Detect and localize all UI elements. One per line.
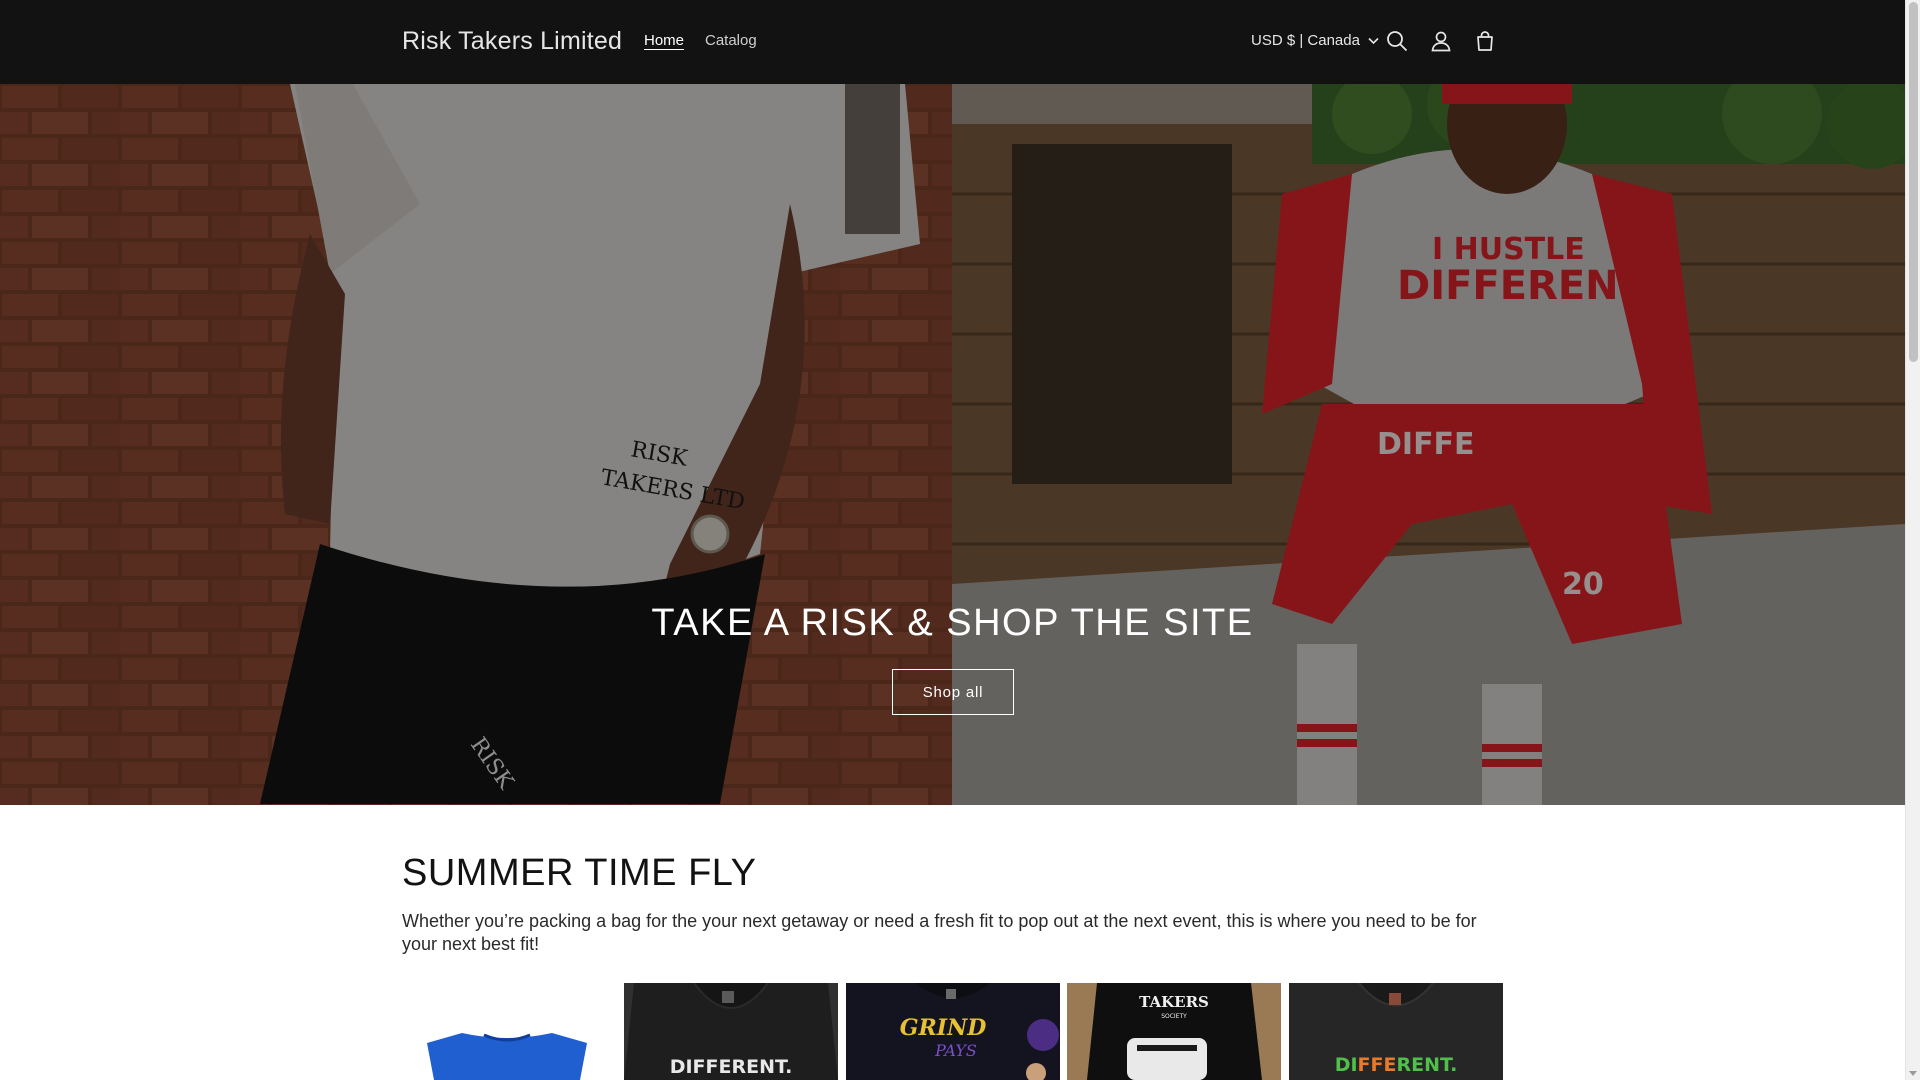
hero-banner: RISK TAKERS LTD RISK I HUSTLE DIFFERENT.…: [0, 84, 1905, 805]
currency-selector-label: USD $ | Canada: [1251, 32, 1360, 49]
product-image: GRIND PAYS: [846, 983, 1060, 1080]
product-image: [427, 1033, 587, 1080]
product-image: DIFFERENT.: [624, 983, 838, 1080]
cart-icon[interactable]: [1472, 28, 1498, 54]
hero-heading: TAKE A RISK & SHOP THE SITE: [651, 602, 1254, 644]
nav-catalog-link[interactable]: Catalog: [705, 32, 757, 49]
product-card[interactable]: GRIND PAYS: [846, 983, 1060, 1080]
shop-all-button[interactable]: Shop all: [892, 669, 1014, 715]
product-image: TAKERS SOCIETY: [1067, 983, 1281, 1080]
svg-text:DIFFERENT.: DIFFERENT.: [1335, 1054, 1458, 1076]
site-header: Risk Takers Limited Home Catalog USD $ |…: [0, 0, 1905, 84]
collection-description: Whether you’re packing a bag for the you…: [402, 911, 1477, 954]
product-card[interactable]: [402, 983, 616, 1080]
svg-text:DIFFERENT.: DIFFERENT.: [670, 1056, 793, 1078]
brand-logo-text[interactable]: Risk Takers Limited: [402, 27, 622, 56]
hero-image-right: I HUSTLE DIFFERENT. DIFFE 20: [952, 84, 1905, 805]
product-image: DIFFERENT.: [1289, 983, 1503, 1080]
hero-right-overlay: [952, 84, 1905, 805]
svg-text:TAKERS: TAKERS: [1139, 993, 1209, 1011]
product-card[interactable]: TAKERS SOCIETY: [1067, 983, 1281, 1080]
svg-text:SOCIETY: SOCIETY: [1161, 1013, 1187, 1020]
product-card[interactable]: DIFFERENT.: [624, 983, 838, 1080]
collection-title: SUMMER TIME FLY: [402, 852, 757, 894]
hero-image-left: RISK TAKERS LTD RISK: [0, 84, 952, 805]
svg-text:GRIND: GRIND: [900, 1015, 987, 1041]
scrollbar-thumb[interactable]: [1909, 2, 1918, 362]
nav-home-link[interactable]: Home: [644, 32, 684, 49]
chevron-down-icon: [1368, 32, 1379, 49]
page-scrollbar[interactable]: [1905, 0, 1920, 1080]
currency-selector[interactable]: USD $ | Canada: [1251, 32, 1379, 49]
hero-left-overlay: [0, 84, 952, 805]
svg-text:PAYS: PAYS: [934, 1041, 977, 1060]
account-icon[interactable]: [1428, 28, 1454, 54]
product-card[interactable]: DIFFERENT.: [1289, 983, 1503, 1080]
search-icon[interactable]: [1384, 28, 1410, 54]
scroll-down-arrow-icon[interactable]: [1909, 1071, 1917, 1076]
